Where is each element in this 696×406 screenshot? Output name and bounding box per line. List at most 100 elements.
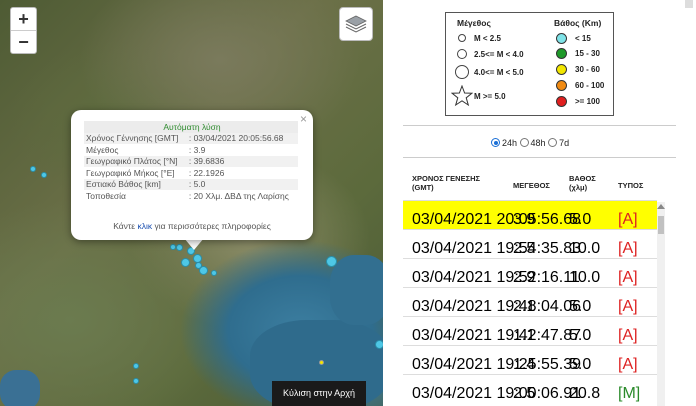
- radio-button[interactable]: [519, 138, 529, 148]
- quake-marker[interactable]: [195, 262, 202, 269]
- table-row[interactable]: 03/04/2021 19:54:35.83 2.5 10.0 [A]: [403, 229, 657, 259]
- cell-time: 03/04/2021 19:48:04.06: [412, 298, 582, 315]
- popup-label: Μέγεθος: [86, 144, 119, 155]
- popup-value: : 20 Χλμ. ΔΒΔ της Λαρίσης: [188, 190, 289, 201]
- zoom-in-button[interactable]: +: [11, 8, 36, 30]
- more-text: για περισσότερες πληροφορίες: [152, 221, 271, 231]
- cell-time: 03/04/2021 19:42:47.87: [412, 327, 582, 344]
- popup-label: Χρόνος Γέννησης [GMT]: [84, 132, 187, 144]
- scrollbar-thumb[interactable]: [658, 216, 664, 234]
- page-scrollbar[interactable]: [685, 0, 693, 8]
- legend-depth-item: 15 - 30: [575, 49, 600, 58]
- cell-type[interactable]: [A]: [618, 298, 638, 316]
- earthquake-map[interactable]: + − × Αυτόματη λύση Χρόνος Γέννησης [GMT…: [0, 0, 383, 406]
- scroll-up-arrow-icon[interactable]: [657, 204, 665, 209]
- map-legend: Μέγεθος Βάθος (Km) M < 2.5 2.5<= M < 4.0…: [445, 12, 614, 116]
- table-row[interactable]: 03/04/2021 19:42:47.87 1.1 5.0 [A]: [403, 316, 657, 346]
- zoom-control: + −: [10, 7, 37, 54]
- period-option-24h[interactable]: 24h: [491, 138, 517, 148]
- period-option-48h[interactable]: 48h: [519, 138, 546, 148]
- lake-area: [0, 370, 40, 406]
- small-circle-icon: [458, 34, 466, 42]
- popup-close-button[interactable]: ×: [300, 112, 307, 126]
- divider: [403, 157, 676, 158]
- popup-value: : 22.1926: [188, 167, 225, 178]
- table-scrollbar[interactable]: [657, 202, 665, 406]
- legend-magnitude-item: M >= 5.0: [474, 92, 506, 101]
- cell-magnitude: 1.4: [513, 356, 536, 373]
- quake-marker[interactable]: [326, 256, 337, 267]
- cell-magnitude: 2.5: [513, 240, 536, 257]
- popup-title: Αυτόματη λύση: [84, 121, 298, 133]
- column-header-time: ΧΡΟΝΟΣ ΓΕΝΕΣΗΣ (GMT): [412, 174, 481, 192]
- cell-type[interactable]: [M]: [618, 385, 640, 403]
- cell-type[interactable]: [A]: [618, 269, 638, 287]
- legend-magnitude-item: M < 2.5: [474, 34, 501, 43]
- medium-circle-icon: [457, 49, 467, 59]
- depth-color-swatch: [556, 96, 567, 107]
- legend-depth-item: 60 - 100: [575, 81, 605, 90]
- cell-depth: 20.8: [569, 385, 601, 402]
- cell-magnitude: 2.1: [513, 298, 536, 315]
- cell-time: 03/04/2021 19:52:16.11: [412, 269, 580, 286]
- period-option-7d[interactable]: 7d: [548, 138, 569, 148]
- cell-time: 03/04/2021 19:00:06.91: [412, 385, 582, 402]
- quake-marker[interactable]: [211, 270, 217, 276]
- quake-marker[interactable]: [176, 244, 183, 251]
- period-label: 24h: [502, 138, 518, 148]
- radio-button[interactable]: [491, 138, 500, 148]
- legend-magnitude-item: 2.5<= M < 4.0: [474, 50, 524, 59]
- popup-more-info: Κάντε κλικ για περισσότερες πληροφορίες: [71, 221, 313, 231]
- popup-value: : 3.9: [188, 144, 206, 155]
- popup-details-table: Αυτόματη λύση Χρόνος Γέννησης [GMT]: 03/…: [84, 121, 298, 202]
- depth-color-swatch: [556, 64, 567, 75]
- more-info-link[interactable]: κλικ: [137, 221, 152, 231]
- table-row[interactable]: 03/04/2021 19:00:06.91 2.5 20.8 [M]: [403, 374, 657, 404]
- cell-magnitude: 2.9: [513, 269, 536, 286]
- table-row[interactable]: 03/04/2021 19:48:04.06 2.1 5.0 [A]: [403, 287, 657, 317]
- depth-color-swatch: [556, 33, 567, 44]
- table-row[interactable]: 03/04/2021 19:52:16.11 2.9 10.0 [A]: [403, 258, 657, 288]
- quake-marker[interactable]: [133, 378, 139, 384]
- period-label: 48h: [530, 138, 546, 148]
- cell-type[interactable]: [A]: [618, 211, 638, 229]
- legend-magnitude-title: Μέγεθος: [457, 18, 491, 28]
- cell-magnitude: 1.1: [513, 327, 536, 344]
- cell-time: 03/04/2021 20:05:56.68: [412, 211, 582, 228]
- cell-type[interactable]: [A]: [618, 356, 638, 374]
- period-label: 7d: [559, 138, 570, 148]
- zoom-out-button[interactable]: −: [11, 30, 36, 53]
- quake-marker[interactable]: [181, 258, 190, 267]
- cell-type[interactable]: [A]: [618, 240, 638, 258]
- divider: [403, 125, 676, 126]
- quake-marker[interactable]: [133, 363, 139, 369]
- cell-depth: 10.0: [569, 269, 601, 286]
- legend-depth-item: 30 - 60: [575, 65, 600, 74]
- radio-button[interactable]: [548, 138, 558, 148]
- scroll-to-top-button[interactable]: Κύλιση στην Αρχή: [272, 381, 366, 406]
- quake-marker[interactable]: [170, 244, 176, 250]
- layers-button[interactable]: [339, 7, 373, 41]
- table-body: 03/04/2021 20:05:56.68 3.9 5.0 [A] 03/04/202…: [403, 200, 657, 406]
- quake-marker[interactable]: [30, 166, 36, 172]
- cell-type[interactable]: [A]: [618, 327, 638, 345]
- column-header-depth: ΒΑΘΟΣ (χλμ): [569, 174, 596, 192]
- cell-depth: 5.0: [569, 356, 592, 373]
- more-text: Κάντε: [113, 221, 138, 231]
- quake-marker[interactable]: [41, 172, 47, 178]
- depth-color-swatch: [556, 48, 567, 59]
- cell-depth: 5.0: [569, 327, 592, 344]
- legend-depth-item: >= 100: [575, 97, 600, 106]
- table-row[interactable]: 03/04/2021 20:05:56.68 3.9 5.0 [A]: [403, 200, 657, 230]
- legend-magnitude-item: 4.0<= M < 5.0: [474, 68, 524, 77]
- quake-marker[interactable]: [319, 360, 324, 365]
- table-row[interactable]: 03/04/2021 19:25:55.39 1.4 5.0 [A]: [403, 345, 657, 375]
- depth-color-swatch: [556, 80, 567, 91]
- popup-label: Γεωγραφικό Πλάτος [°N]: [84, 155, 187, 167]
- cell-depth: 5.0: [569, 211, 592, 228]
- legend-depth-title: Βάθος (Km): [554, 18, 602, 28]
- period-selector: 24h 48h 7d: [491, 138, 569, 148]
- cell-magnitude: 3.9: [513, 211, 536, 228]
- cell-magnitude: 2.5: [513, 385, 536, 402]
- quake-marker[interactable]: [375, 340, 383, 349]
